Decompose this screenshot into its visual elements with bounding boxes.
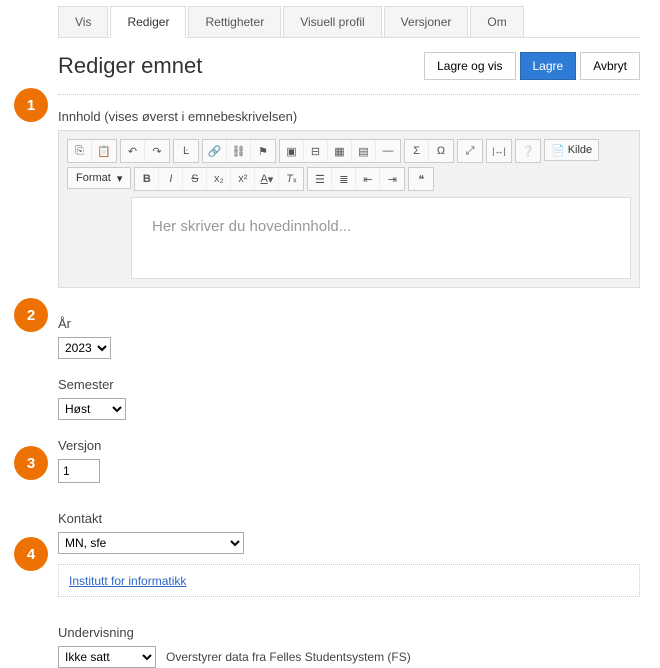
redo-icon[interactable]: ↷ [145,140,169,162]
source-button[interactable]: 📄 Kilde [544,139,599,161]
superscript-icon[interactable]: x² [231,168,255,190]
source-label: Kilde [568,144,592,156]
lagre-og-vis-button[interactable]: Lagre og vis [424,52,515,80]
hr-icon[interactable]: — [376,140,400,162]
tab-visuell-profil[interactable]: Visuell profil [283,6,381,37]
table-icon[interactable]: ▦ [328,140,352,162]
text-color-icon[interactable]: A▾ [255,168,279,190]
bold-icon[interactable]: B [135,168,159,190]
image-icon[interactable]: ▣ [280,140,304,162]
versjon-input[interactable] [58,459,100,483]
undervisning-label: Undervisning [58,625,640,640]
flag-icon[interactable]: ⚑ [251,140,275,162]
rich-text-editor: ⎘ 📋 ↶ ↷ Ŀ 🔗 ⛓ ⚑ ▣ ⊟ ▦ ▤ — [58,130,640,288]
italic-icon[interactable]: I [159,168,183,190]
strike-icon[interactable]: S [183,168,207,190]
undervisning-select[interactable]: Ikke satt [58,646,156,668]
ar-select[interactable]: 2023 [58,337,111,359]
subscript-icon[interactable]: x₂ [207,168,231,190]
tab-rediger[interactable]: Rediger [110,6,186,38]
omega-icon[interactable]: Ω [429,140,453,162]
tab-rettigheter[interactable]: Rettigheter [188,6,281,37]
semester-select[interactable]: Høst [58,398,126,420]
media-icon[interactable]: ⊟ [304,140,328,162]
outdent-icon[interactable]: ⇤ [356,168,380,190]
paste-icon[interactable]: 📋 [92,140,116,162]
versjon-label: Versjon [58,438,640,453]
undo-icon[interactable]: ↶ [121,140,145,162]
grid-icon[interactable]: ▤ [352,140,376,162]
paste-text-icon[interactable]: Ŀ [174,140,198,162]
kontakt-select[interactable]: MN, sfe [58,532,244,554]
undervisning-helper: Overstyrer data fra Felles Studentsystem… [166,650,411,664]
bullet-list-icon[interactable]: ≣ [332,168,356,190]
numbered-list-icon[interactable]: ☰ [308,168,332,190]
innhold-label: Innhold (vises øverst i emnebeskrivelsen… [58,109,640,124]
unlink-icon[interactable]: ⛓ [227,140,251,162]
showblocks-icon[interactable]: |↔| [487,140,511,162]
help-icon[interactable]: ❔ [516,140,540,162]
link-icon[interactable]: 🔗 [203,140,227,162]
step-badge-2: 2 [14,298,48,332]
tab-om[interactable]: Om [470,6,523,37]
sigma-icon[interactable]: Σ [405,140,429,162]
avbryt-button[interactable]: Avbryt [580,52,640,80]
step-badge-4: 4 [14,537,48,571]
copy-icon[interactable]: ⎘ [68,140,92,162]
chevron-down-icon: ▾ [117,172,123,185]
editor-textarea[interactable]: Her skriver du hovedinnhold... [131,197,631,279]
step-badge-1: 1 [14,88,48,122]
fullscreen-icon[interactable]: ⤢ [458,140,482,162]
tab-versjoner[interactable]: Versjoner [384,6,469,37]
tab-bar: Vis Rediger Rettigheter Visuell profil V… [58,6,640,38]
kontakt-label: Kontakt [58,511,640,526]
kontakt-link-box: Institutt for informatikk [58,564,640,597]
source-icon: 📄 [551,144,565,157]
lagre-button[interactable]: Lagre [520,52,577,80]
clear-format-icon[interactable]: Tₓ [279,168,303,190]
ar-label: År [58,316,640,331]
format-dropdown[interactable]: Format ▾ [67,167,131,189]
blockquote-icon[interactable]: ❝ [409,168,433,190]
semester-label: Semester [58,377,640,392]
action-buttons: Lagre og vis Lagre Avbryt [424,52,640,80]
step-badge-3: 3 [14,446,48,480]
format-label: Format [76,172,111,184]
tab-vis[interactable]: Vis [58,6,108,37]
institutt-link[interactable]: Institutt for informatikk [69,574,186,588]
indent-icon[interactable]: ⇥ [380,168,404,190]
page-title: Rediger emnet [58,53,202,79]
